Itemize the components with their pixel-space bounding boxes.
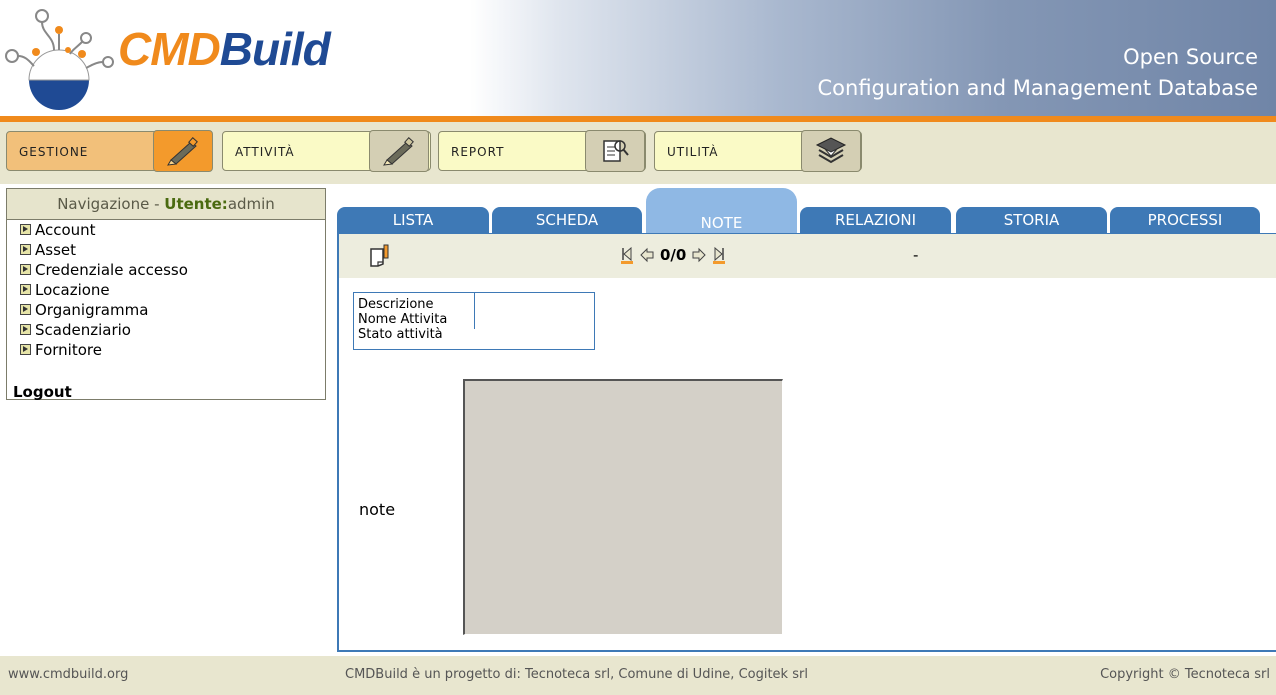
sidebar-item-scadenziario[interactable]: Scadenziario <box>7 320 325 340</box>
tab-processi[interactable]: PROCESSI <box>1110 207 1260 233</box>
menu-gestione-label: GESTIONE <box>19 145 89 159</box>
table-divider <box>474 293 475 329</box>
expand-icon[interactable] <box>20 224 31 235</box>
tagline-line-1: Open Source <box>1123 45 1258 69</box>
expand-icon[interactable] <box>20 264 31 275</box>
tab-lista[interactable]: LISTA <box>337 207 489 233</box>
logo-wordmark: CMDBuild <box>118 23 331 75</box>
sidebar-item-credenziale-accesso[interactable]: Credenziale accesso <box>7 260 325 280</box>
tab-storia[interactable]: STORIA <box>956 207 1107 233</box>
last-record-icon[interactable] <box>712 246 726 264</box>
tab-scheda[interactable]: SCHEDA <box>492 207 642 233</box>
edit-note-icon[interactable] <box>369 244 391 268</box>
footer: www.cmdbuild.org CMDBuild è un progetto … <box>0 656 1276 695</box>
user-label: Utente: <box>164 195 228 213</box>
note-textarea[interactable] <box>463 379 783 635</box>
next-record-icon[interactable] <box>691 247 707 263</box>
menu-utilita-label: UTILITÀ <box>667 145 719 159</box>
sidebar-item-label: Fornitore <box>35 341 102 359</box>
tab-relazioni[interactable]: RELAZIONI <box>800 207 951 233</box>
logo-build: Build <box>219 23 331 75</box>
activity-info-table: Descrizione Nome Attivita Stato attività <box>353 292 595 350</box>
sidebar-item-label: Asset <box>35 241 77 259</box>
logout-link[interactable]: Logout <box>13 383 72 401</box>
expand-icon[interactable] <box>20 284 31 295</box>
sidebar-item-label: Credenziale accesso <box>35 261 188 279</box>
previous-record-icon[interactable] <box>639 247 655 263</box>
footer-website-link[interactable]: www.cmdbuild.org <box>8 667 128 682</box>
sidebar-item-label: Locazione <box>35 281 110 299</box>
sidebar-item-fornitore[interactable]: Fornitore <box>7 340 325 360</box>
user-name: admin <box>227 195 275 213</box>
expand-icon[interactable] <box>20 324 31 335</box>
pencil-icon <box>153 130 213 172</box>
menu-report-label: REPORT <box>451 145 505 159</box>
navigation-panel: Navigazione - Utente:admin Account Asset… <box>6 188 326 401</box>
first-record-icon[interactable] <box>620 246 634 264</box>
record-description: - <box>913 246 919 264</box>
note-field-label: note <box>359 500 396 519</box>
menu-attivita-button[interactable]: ATTIVITÀ <box>222 130 431 172</box>
label-stato-attivita: Stato attività <box>358 327 443 342</box>
note-panel: 0/0 - Descrizione Nome Attivita Stato at… <box>337 233 1276 652</box>
sidebar-item-label: Account <box>35 221 96 239</box>
footer-copyright: Copyright © Tecnoteca srl <box>1100 667 1270 682</box>
label-descrizione: Descrizione <box>358 297 434 312</box>
navigation-title-prefix: Navigazione - <box>57 195 165 213</box>
sidebar-item-locazione[interactable]: Locazione <box>7 280 325 300</box>
logo-cmd: CMD <box>118 23 221 75</box>
cmdbuild-logo-icon <box>5 9 114 110</box>
menu-report-button[interactable]: REPORT <box>438 130 646 172</box>
navigation-title: Navigazione - Utente:admin <box>7 189 325 220</box>
stack-icon <box>801 130 861 172</box>
expand-icon[interactable] <box>20 344 31 355</box>
tagline: Open Source Configuration and Management… <box>818 42 1259 104</box>
main-menu-bar: GESTIONE ATTIVITÀ REPORT UTILITÀ <box>0 122 1276 184</box>
info-labels: Descrizione Nome Attivita Stato attività <box>358 297 447 342</box>
record-counter: 0/0 <box>660 246 687 264</box>
menu-utilita-button[interactable]: UTILITÀ <box>654 130 862 172</box>
pencil-icon <box>369 130 429 172</box>
expand-icon[interactable] <box>20 304 31 315</box>
menu-attivita-label: ATTIVITÀ <box>235 145 295 159</box>
menu-gestione-button[interactable]: GESTIONE <box>6 130 213 172</box>
expand-icon[interactable] <box>20 244 31 255</box>
tab-note[interactable]: NOTE <box>646 188 797 233</box>
sidebar-item-label: Organigramma <box>35 301 149 319</box>
app-header: CMDBuild Open Source Configuration and M… <box>0 0 1276 118</box>
label-nome-attivita: Nome Attivita <box>358 312 448 327</box>
record-navigation: 0/0 <box>620 246 726 264</box>
sidebar-item-asset[interactable]: Asset <box>7 240 325 260</box>
tagline-line-2: Configuration and Management Database <box>817 76 1259 100</box>
sidebar-item-label: Scadenziario <box>35 321 131 339</box>
document-search-icon <box>585 130 645 172</box>
sidebar-item-account[interactable]: Account <box>7 220 325 240</box>
sidebar-item-organigramma[interactable]: Organigramma <box>7 300 325 320</box>
record-toolbar: 0/0 - <box>339 234 1276 278</box>
footer-credits: CMDBuild è un progetto di: Tecnoteca srl… <box>345 667 808 682</box>
